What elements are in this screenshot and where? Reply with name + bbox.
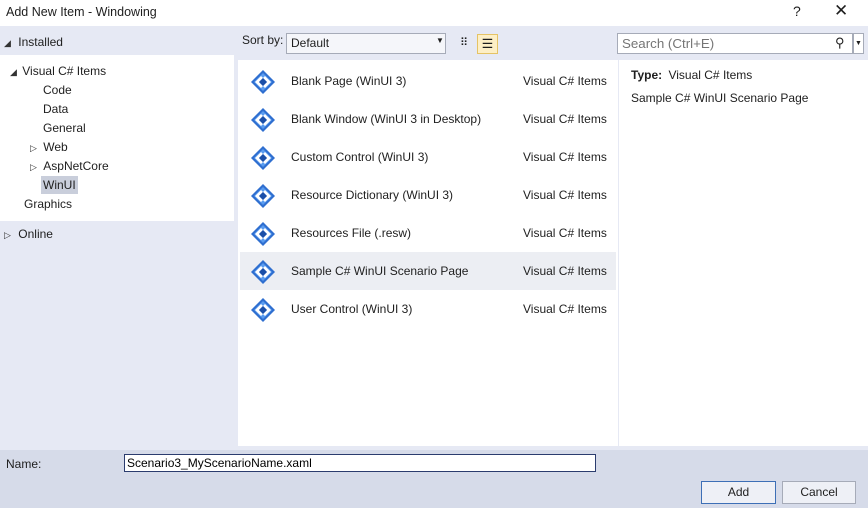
template-item[interactable]: User Control (WinUI 3) Visual C# Items <box>240 290 616 328</box>
template-item[interactable]: Custom Control (WinUI 3) Visual C# Items <box>240 138 616 176</box>
search-icon[interactable]: ⚲ <box>835 35 845 51</box>
name-input[interactable] <box>124 454 596 472</box>
winui-template-icon <box>251 108 275 132</box>
list-view-icon[interactable]: ☰ <box>477 34 498 54</box>
template-name: Blank Window (WinUI 3 in Desktop) <box>291 112 482 126</box>
winui-template-icon <box>251 184 275 208</box>
tree-label: AspNetCore <box>43 159 109 173</box>
tree-label: Visual C# Items <box>22 64 107 78</box>
winui-template-icon <box>251 260 275 284</box>
type-label: Type: <box>631 68 663 82</box>
tree-installed[interactable]: ◢ Installed <box>2 33 65 51</box>
tree-item-data[interactable]: Data <box>41 100 70 118</box>
template-type: Visual C# Items <box>523 74 607 88</box>
name-label: Name: <box>6 457 42 471</box>
tree-item-winui[interactable]: WinUI <box>41 176 78 194</box>
template-item[interactable]: Blank Window (WinUI 3 in Desktop) Visual… <box>240 100 616 138</box>
template-item[interactable]: Resource Dictionary (WinUI 3) Visual C# … <box>240 176 616 214</box>
tree-item-general[interactable]: General <box>41 119 88 137</box>
dialog-title: Add New Item - Windowing <box>6 5 157 19</box>
collapsed-icon: ▷ <box>30 162 37 172</box>
add-button[interactable]: Add <box>701 481 776 504</box>
tree-item-web[interactable]: ▷ Web <box>28 138 70 156</box>
template-type: Visual C# Items <box>523 264 607 278</box>
sort-label: Sort by: <box>242 33 284 47</box>
collapsed-icon: ▷ <box>30 143 37 153</box>
sort-dropdown[interactable]: Default <box>286 33 446 54</box>
template-item[interactable]: Resources File (.resw) Visual C# Items <box>240 214 616 252</box>
tree-label: Installed <box>18 35 63 49</box>
search-options-dropdown[interactable]: ▼ <box>853 33 864 54</box>
search-input[interactable] <box>617 33 853 54</box>
template-name: Sample C# WinUI Scenario Page <box>291 264 469 278</box>
template-name: Resources File (.resw) <box>291 226 412 240</box>
tree-online[interactable]: ▷ Online <box>2 225 55 243</box>
template-list: Blank Page (WinUI 3) Visual C# Items Bla… <box>238 60 618 446</box>
winui-template-icon <box>251 146 275 170</box>
template-name: Resource Dictionary (WinUI 3) <box>291 188 454 202</box>
template-type: Visual C# Items <box>523 302 607 316</box>
grid-view-icon[interactable]: ⠿ <box>454 34 473 53</box>
template-type: Visual C# Items <box>523 112 607 126</box>
expanded-icon: ◢ <box>4 38 11 48</box>
tree-item-visual-csharp[interactable]: ◢ Visual C# Items <box>8 62 108 80</box>
template-description: Sample C# WinUI Scenario Page <box>631 91 809 105</box>
cancel-button[interactable]: Cancel <box>782 481 856 504</box>
template-type: Visual C# Items <box>523 188 607 202</box>
template-item[interactable]: Blank Page (WinUI 3) Visual C# Items <box>240 62 616 100</box>
tree-label: Web <box>43 140 68 154</box>
winui-template-icon <box>251 222 275 246</box>
template-name: User Control (WinUI 3) <box>291 302 413 316</box>
winui-template-icon <box>251 70 275 94</box>
chevron-down-icon: ▼ <box>436 36 444 45</box>
tree-label: Online <box>18 227 53 241</box>
tree-item-graphics[interactable]: Graphics <box>22 195 74 213</box>
template-name: Blank Page (WinUI 3) <box>291 74 407 88</box>
template-type: Visual C# Items <box>523 226 607 240</box>
collapsed-icon: ▷ <box>4 230 11 240</box>
close-button[interactable]: ✕ <box>834 1 848 21</box>
winui-template-icon <box>251 298 275 322</box>
type-value: Visual C# Items <box>668 68 753 82</box>
expanded-icon: ◢ <box>10 67 17 77</box>
template-name: Custom Control (WinUI 3) <box>291 150 429 164</box>
tree-item-aspnetcore[interactable]: ▷ AspNetCore <box>28 157 111 175</box>
template-item[interactable]: Sample C# WinUI Scenario Page Visual C# … <box>240 252 616 290</box>
help-button[interactable]: ? <box>793 3 801 19</box>
template-type: Visual C# Items <box>523 150 607 164</box>
details-pane: Type: Visual C# Items Sample C# WinUI Sc… <box>619 60 868 446</box>
tree-item-code[interactable]: Code <box>41 81 74 99</box>
